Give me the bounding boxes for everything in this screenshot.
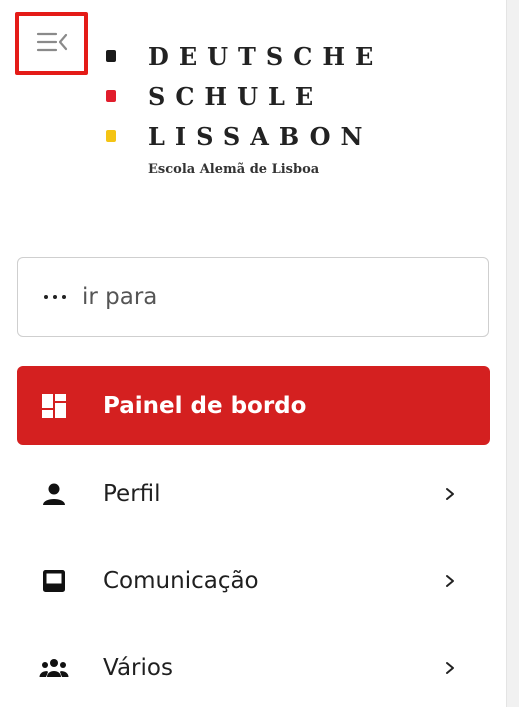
sidebar-toggle-button[interactable] <box>15 12 88 75</box>
logo-line-2: SCHULE <box>106 76 383 116</box>
logo-dot-red <box>106 90 116 102</box>
chevron-right-icon <box>443 487 457 501</box>
person-icon <box>39 479 69 509</box>
sidebar: DEUTSCHE SCHULE LISSABON Escola Alemã de… <box>0 0 507 707</box>
scrollbar[interactable] <box>506 0 519 707</box>
logo-line-3: LISSABON <box>106 116 383 156</box>
logo-word: LISSABON <box>148 121 373 151</box>
logo-subtitle: Escola Alemã de Lisboa <box>148 162 320 177</box>
dashboard-icon <box>39 391 69 421</box>
nav-item-communication[interactable]: Comunicação <box>17 546 490 616</box>
nav-label-various: Vários <box>103 655 173 681</box>
search-input[interactable] <box>80 283 464 311</box>
logo-word: DEUTSCHE <box>148 41 384 71</box>
nav-item-profile[interactable]: Perfil <box>17 459 490 529</box>
nav-item-various[interactable]: Vários <box>17 633 490 703</box>
nav-label-communication: Comunicação <box>103 568 259 594</box>
menu-collapse-icon <box>36 31 68 57</box>
more-dots-icon <box>44 295 66 299</box>
group-icon <box>39 653 69 683</box>
school-logo[interactable]: DEUTSCHE SCHULE LISSABON <box>106 36 383 156</box>
nav-item-dashboard[interactable]: Painel de bordo <box>17 366 490 445</box>
nav-label-profile: Perfil <box>103 481 161 507</box>
logo-line-1: DEUTSCHE <box>106 36 383 76</box>
logo-word: SCHULE <box>148 81 324 111</box>
search-box[interactable] <box>17 257 489 337</box>
chevron-right-icon <box>443 661 457 675</box>
logo-dot-black <box>106 50 116 62</box>
logo-dot-gold <box>106 130 116 142</box>
nav-label-dashboard: Painel de bordo <box>103 392 307 419</box>
inbox-icon <box>39 566 69 596</box>
chevron-right-icon <box>443 574 457 588</box>
